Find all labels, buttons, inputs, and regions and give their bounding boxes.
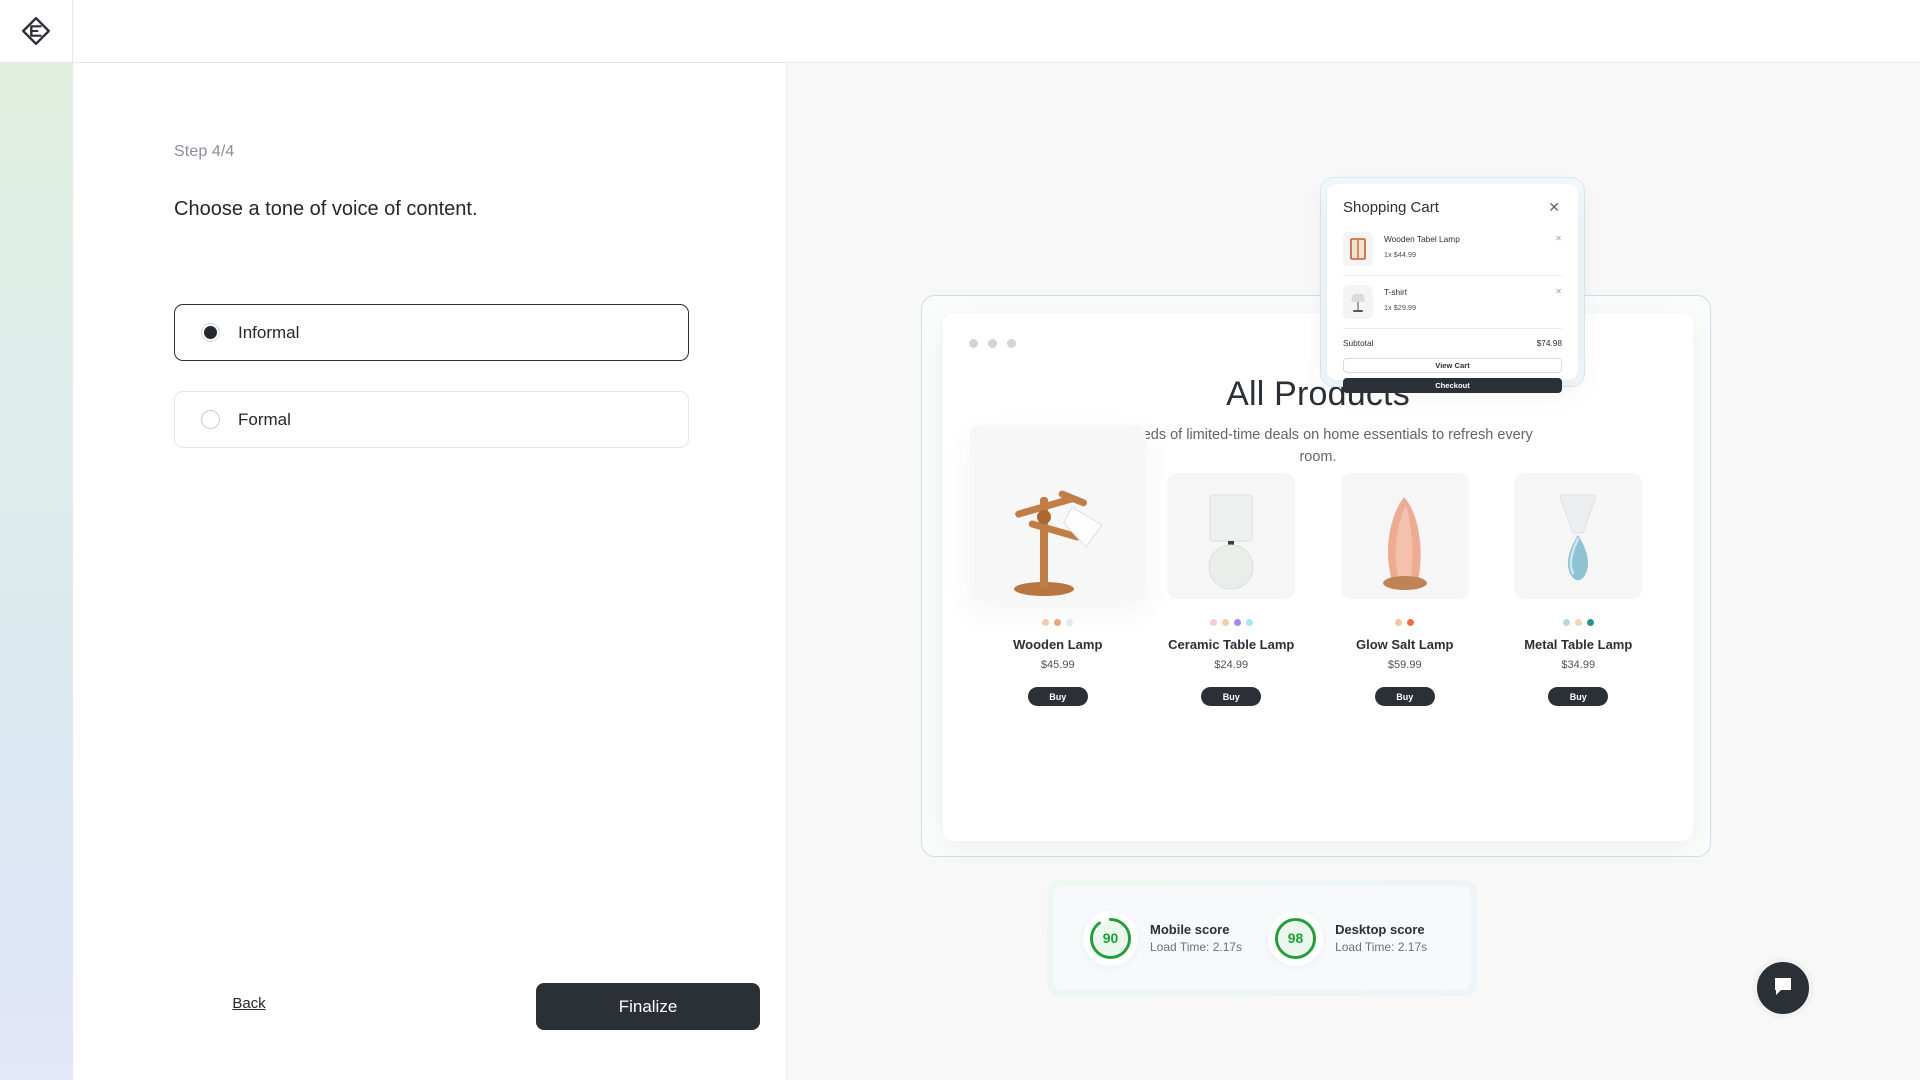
radio-selected-icon — [201, 323, 220, 342]
product-name: Ceramic Table Lamp — [1168, 637, 1295, 652]
cart-item-name: Wooden Tabel Lamp — [1384, 234, 1460, 244]
ceramic-lamp-image — [1167, 473, 1296, 599]
cart-item: T-shirt 1x $29.99 ✕ — [1343, 282, 1562, 322]
product-card[interactable]: Glow Salt Lamp $59.99 Buy — [1318, 473, 1492, 706]
subtotal-label: Subtotal — [1343, 338, 1374, 348]
top-header-bar — [0, 0, 1920, 63]
product-price: $59.99 — [1387, 659, 1422, 671]
color-swatches[interactable] — [1042, 619, 1074, 626]
cart-item-qty-price: 1x $44.99 — [1384, 250, 1417, 259]
radio-unselected-icon — [201, 410, 220, 429]
tone-option-label: Formal — [238, 409, 291, 429]
product-name: Wooden Lamp — [1013, 637, 1103, 652]
divider — [1343, 328, 1562, 329]
checkout-button[interactable]: Checkout — [1343, 378, 1562, 393]
product-card[interactable]: Ceramic Table Lamp $24.99 Buy — [1145, 473, 1319, 706]
mobile-score-item: 90 Mobile score Load Time: 2.17s — [1083, 910, 1243, 966]
divider — [1343, 275, 1562, 276]
desktop-score-item: 98 Desktop score Load Time: 2.17s — [1268, 910, 1428, 966]
mobile-score-ring: 90 — [1088, 916, 1133, 961]
cart-item-name: T-shirt — [1384, 287, 1408, 297]
product-card[interactable]: Metal Table Lamp $34.99 Buy — [1492, 473, 1666, 706]
close-icon[interactable]: ✕ — [1546, 198, 1562, 216]
step-indicator: Step 4/4 — [174, 143, 235, 160]
product-grid: Wooden Lamp $45.99 Buy Ceramic Table Lam… — [969, 425, 1666, 706]
mockup-subheading: Hundreds of limited-time deals on home e… — [1103, 427, 1533, 465]
subtotal-value: $74.98 — [1536, 338, 1562, 348]
left-gradient-rail — [0, 63, 73, 1080]
cart-title: Shopping Cart — [1343, 198, 1439, 216]
tone-option-formal[interactable]: Formal — [174, 391, 689, 448]
metal-lamp-image — [1514, 473, 1643, 599]
diamond-emblem-logo-icon — [21, 16, 51, 46]
preview-stage: All Products Hundreds of limited-time de… — [787, 63, 1920, 1080]
performance-score-card: 90 Mobile score Load Time: 2.17s 98 Desk… — [1047, 880, 1477, 996]
cart-item-qty-price: 1x $29.99 — [1384, 303, 1417, 312]
remove-item-icon[interactable]: ✕ — [1555, 232, 1562, 243]
wooden-lamp-image — [969, 425, 1146, 601]
product-price: $45.99 — [1040, 659, 1075, 671]
wooden-lamp-thumb-icon — [1343, 232, 1373, 266]
color-swatches[interactable] — [1209, 619, 1253, 626]
product-price: $24.99 — [1214, 659, 1249, 671]
table-lamp-thumb-icon — [1343, 285, 1373, 319]
shopping-cart-panel: Shopping Cart ✕ Wooden Tabel Lamp 1x $44… — [1327, 184, 1578, 393]
back-link[interactable]: Back — [232, 995, 265, 1012]
finalize-button[interactable]: Finalize — [536, 983, 760, 1030]
tone-option-label: Informal — [238, 322, 300, 342]
color-swatches[interactable] — [1395, 619, 1415, 626]
buy-button[interactable]: Buy — [1201, 687, 1262, 706]
website-mockup: All Products Hundreds of limited-time de… — [943, 313, 1693, 841]
desktop-score-title: Desktop score — [1335, 922, 1425, 937]
product-name: Glow Salt Lamp — [1355, 637, 1454, 652]
wizard-panel: Step 4/4 Choose a tone of voice of conte… — [73, 63, 787, 1080]
product-price: $34.99 — [1561, 659, 1596, 671]
mobile-score-value: 90 — [1102, 930, 1119, 946]
desktop-load-time: Load Time: 2.17s — [1335, 940, 1428, 954]
page-title: Choose a tone of voice of content. — [174, 198, 478, 220]
mobile-load-time: Load Time: 2.17s — [1150, 940, 1243, 954]
window-dots-icon — [969, 339, 1016, 348]
shopping-cart-overlay: Shopping Cart ✕ Wooden Tabel Lamp 1x $44… — [1320, 177, 1585, 393]
buy-button[interactable]: Buy — [1548, 687, 1609, 706]
product-name: Metal Table Lamp — [1524, 637, 1633, 652]
cart-item: Wooden Tabel Lamp 1x $44.99 ✕ — [1343, 229, 1562, 269]
cart-subtotal: Subtotal $74.98 — [1343, 338, 1562, 348]
buy-button[interactable]: Buy — [1027, 687, 1088, 706]
color-swatches[interactable] — [1562, 619, 1594, 626]
cart-header: Shopping Cart ✕ — [1343, 198, 1562, 216]
desktop-score-value: 98 — [1287, 930, 1304, 946]
chat-button[interactable] — [1752, 957, 1814, 1019]
desktop-score-ring: 98 — [1273, 916, 1318, 961]
view-cart-button[interactable]: View Cart — [1343, 358, 1562, 373]
chat-bubble-icon — [1770, 973, 1796, 1004]
mobile-score-title: Mobile score — [1150, 922, 1230, 937]
tone-option-informal[interactable]: Informal — [174, 304, 689, 361]
remove-item-icon[interactable]: ✕ — [1555, 285, 1562, 296]
app-logo[interactable] — [0, 0, 73, 62]
product-card[interactable]: Wooden Lamp $45.99 Buy — [969, 425, 1146, 706]
buy-button[interactable]: Buy — [1374, 687, 1435, 706]
salt-lamp-image — [1340, 473, 1469, 599]
